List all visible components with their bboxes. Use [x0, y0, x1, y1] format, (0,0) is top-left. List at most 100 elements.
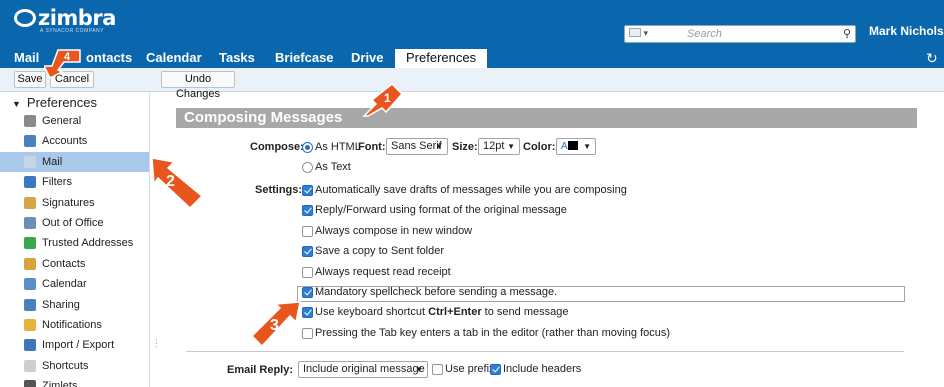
- size-label: Size:: [452, 141, 478, 153]
- sidebar-item-mail[interactable]: Mail: [0, 151, 149, 172]
- include-headers-label: Include headers: [503, 363, 582, 375]
- search-box[interactable]: ▾ Search ⚲: [624, 25, 856, 43]
- gear-icon: [24, 115, 36, 127]
- setting-label: Save a copy to Sent folder: [315, 245, 445, 258]
- user-menu[interactable]: Mark Nichols ▾: [869, 24, 944, 38]
- zimbra-logo[interactable]: zimbra: [14, 6, 116, 30]
- svg-text:2: 2: [166, 173, 175, 190]
- sidebar-item-zimlets[interactable]: Zimlets: [0, 376, 149, 387]
- contacts-icon: [24, 257, 36, 270]
- setting-checkbox[interactable]: [302, 205, 313, 217]
- undo-changes-button[interactable]: Undo Changes: [161, 71, 235, 100]
- setting-label: Always request read receipt: [315, 265, 451, 278]
- search-input[interactable]: Search: [687, 28, 722, 40]
- logo-tagline: A SYNACOR COMPANY: [40, 28, 104, 34]
- use-prefix-checkbox[interactable]: [432, 364, 443, 375]
- accounts-icon: [24, 135, 36, 148]
- sidebar-item-out-of-office[interactable]: Out of Office: [0, 213, 149, 233]
- color-label: Color:: [523, 141, 556, 153]
- setting-checkbox[interactable]: [302, 246, 313, 258]
- sidebar-splitter[interactable]: ⋮: [152, 338, 161, 349]
- out-of-office-icon: [24, 217, 36, 229]
- email-reply-label: Email Reply:: [227, 364, 294, 376]
- as-text-radio[interactable]: [302, 162, 313, 173]
- app-header: zimbra A SYNACOR COMPANY ▾ Search ⚲ Mark…: [0, 0, 944, 48]
- toolbar: Save Cancel Undo Changes: [0, 68, 944, 100]
- sidebar-item-label: Zimlets: [42, 380, 78, 387]
- svg-text:1: 1: [384, 91, 391, 105]
- sidebar-item-label: Shortcuts: [42, 359, 89, 372]
- bell-icon: [24, 319, 36, 331]
- sidebar-item-import-export[interactable]: Import / Export: [0, 335, 149, 355]
- sidebar-item-signatures[interactable]: Signatures: [0, 193, 149, 213]
- tab-contacts[interactable]: ontacts: [86, 49, 132, 68]
- sidebar-item-accounts[interactable]: Accounts: [0, 131, 149, 151]
- tab-tasks[interactable]: Tasks: [219, 49, 255, 68]
- save-button[interactable]: Save: [14, 71, 46, 88]
- app-tabs: Mail ontacts Calendar Tasks Briefcase Dr…: [0, 48, 944, 68]
- callout-arrow-1: 1: [362, 82, 404, 117]
- keyboard-icon: [24, 359, 36, 372]
- color-picker[interactable]: A ▼: [556, 138, 596, 155]
- sidebar-item-contacts[interactable]: Contacts: [0, 254, 149, 274]
- sidebar-item-label: Calendar: [42, 278, 87, 291]
- setting-label: Always compose in new window: [315, 224, 473, 237]
- sidebar-item-trusted-addresses[interactable]: Trusted Addresses: [0, 233, 149, 253]
- preferences-tree-header[interactable]: ▼ Preferences: [12, 95, 97, 110]
- mail-icon: [24, 155, 36, 168]
- filter-icon: [24, 176, 36, 189]
- size-select[interactable]: 12pt ▼: [478, 138, 520, 155]
- signature-icon: [24, 196, 36, 209]
- setting-checkbox[interactable]: [302, 327, 313, 339]
- callout-arrow-4: 4: [44, 49, 81, 80]
- compose-label: Compose:: [250, 141, 304, 153]
- setting-checkbox[interactable]: [302, 266, 313, 278]
- refresh-icon[interactable]: ↻: [926, 50, 938, 67]
- text-color-icon: A: [561, 141, 568, 152]
- sidebar-item-sharing[interactable]: Sharing: [0, 295, 149, 315]
- setting-checkbox[interactable]: [302, 225, 313, 237]
- sidebar-item-general[interactable]: General: [0, 111, 149, 131]
- sidebar-item-filters[interactable]: Filters: [0, 172, 149, 192]
- font-select[interactable]: Sans Serif ▼: [386, 138, 448, 155]
- tab-drive[interactable]: Drive: [351, 49, 384, 68]
- settings-label: Settings:: [255, 184, 303, 196]
- search-type-dropdown[interactable]: ▾: [629, 28, 667, 41]
- as-html-radio[interactable]: [302, 142, 313, 153]
- sidebar-item-label: Filters: [42, 176, 72, 189]
- setting-checkbox[interactable]: [302, 307, 313, 319]
- callout-arrow-3: 3: [250, 301, 301, 348]
- setting-checkbox[interactable]: [302, 287, 313, 298]
- tab-briefcase[interactable]: Briefcase: [275, 49, 334, 68]
- sidebar-item-calendar[interactable]: Calendar: [0, 274, 149, 294]
- section-header: Composing Messages: [176, 108, 917, 128]
- tab-preferences[interactable]: Preferences: [395, 49, 488, 68]
- sidebar-item-label: Notifications: [42, 319, 102, 331]
- sidebar-item-label: Contacts: [42, 257, 86, 270]
- sidebar-item-shortcuts[interactable]: Shortcuts: [0, 356, 149, 376]
- email-reply-select[interactable]: Include original message ▼: [298, 361, 428, 378]
- mail-search-icon: [629, 28, 641, 37]
- setting-label: Pressing the Tab key enters a tab in the…: [315, 326, 671, 339]
- section-title: Composing Messages: [184, 109, 343, 126]
- tab-calendar[interactable]: Calendar: [146, 49, 202, 68]
- calendar-icon: [24, 278, 36, 291]
- sidebar-item-label: Accounts: [42, 135, 88, 148]
- sidebar-item-label: Sharing: [42, 298, 80, 311]
- font-label: Font:: [358, 141, 386, 153]
- setting-checkbox[interactable]: [302, 185, 313, 196]
- shield-icon: [24, 237, 36, 250]
- setting-label: Mandatory spellcheck before sending a me…: [315, 286, 558, 298]
- tab-mail[interactable]: Mail: [14, 49, 39, 68]
- import-export-icon: [24, 339, 36, 352]
- color-swatch: [567, 141, 578, 150]
- section-divider: [186, 351, 904, 352]
- setting-label: Reply/Forward using format of the origin…: [315, 204, 567, 217]
- callout-arrow-2: 2: [151, 157, 204, 210]
- setting-label: Automatically save drafts of messages wh…: [315, 184, 627, 196]
- collapse-caret-icon[interactable]: ▼: [12, 99, 21, 109]
- sidebar-item-notifications[interactable]: Notifications: [0, 315, 149, 335]
- sidebar-item-label: Trusted Addresses: [42, 237, 134, 250]
- include-headers-checkbox[interactable]: [490, 364, 501, 375]
- search-icon[interactable]: ⚲: [843, 27, 851, 40]
